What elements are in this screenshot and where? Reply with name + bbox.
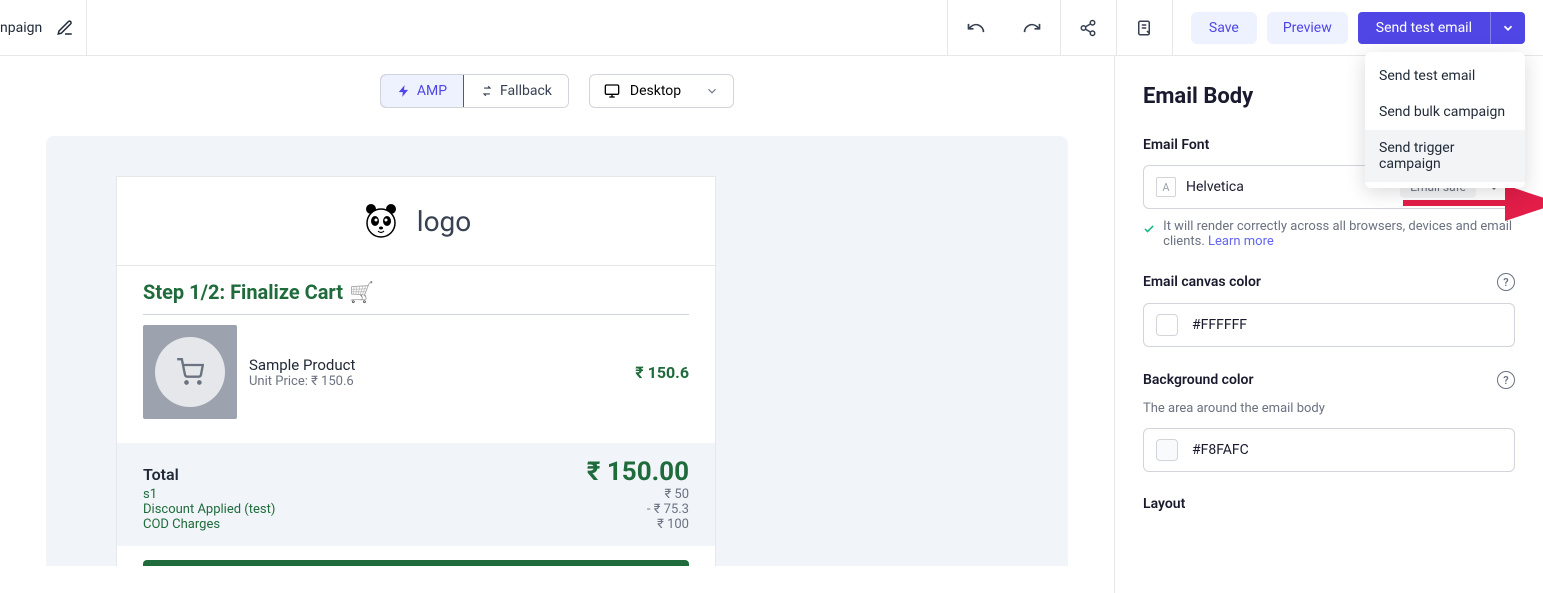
cart-icon — [176, 358, 204, 386]
chevron-down-icon — [705, 84, 719, 98]
discount-label: Discount Applied (test) — [143, 502, 275, 517]
lightning-icon — [397, 84, 411, 98]
font-icon: A — [1156, 177, 1176, 197]
redo-button[interactable] — [1004, 0, 1060, 55]
subtotal-label: s1 — [143, 487, 157, 502]
product-name: Sample Product — [249, 356, 623, 374]
font-name: Helvetica — [1186, 179, 1390, 195]
device-label: Desktop — [630, 83, 681, 99]
bg-color-label: Background color ? — [1143, 371, 1515, 389]
dropdown-send-trigger[interactable]: Send trigger campaign — [1365, 130, 1525, 182]
save-button[interactable]: Save — [1191, 12, 1257, 44]
cod-label: COD Charges — [143, 517, 220, 532]
product-row: Sample Product Unit Price: ₹ 150.6 ₹ 150… — [143, 325, 689, 429]
send-dropdown-menu: Send test email Send bulk campaign Send … — [1365, 52, 1525, 188]
logo-text: logo — [417, 205, 471, 238]
chevron-down-icon — [1501, 21, 1515, 35]
undo-button[interactable] — [948, 0, 1004, 55]
canvas-color-input[interactable]: #FFFFFF — [1143, 303, 1515, 347]
dropdown-send-test[interactable]: Send test email — [1365, 58, 1525, 94]
content-type-segment: AMP Fallback — [380, 74, 569, 108]
device-select[interactable]: Desktop — [589, 74, 734, 108]
desktop-icon — [604, 83, 620, 99]
font-helper: It will render correctly across all brow… — [1143, 219, 1515, 249]
swap-icon — [480, 84, 494, 98]
help-icon[interactable]: ? — [1497, 371, 1515, 389]
product-image — [143, 325, 237, 419]
panda-icon — [361, 201, 401, 241]
send-dropdown-toggle[interactable] — [1490, 12, 1525, 44]
share-button[interactable] — [1060, 0, 1116, 55]
cod-value: ₹ 100 — [657, 517, 689, 532]
product-line-price: ₹ 150.6 — [635, 363, 689, 382]
proceed-button[interactable] — [143, 560, 689, 566]
step-title: Step 1/2: Finalize Cart 🛒 — [143, 280, 689, 314]
color-swatch — [1156, 439, 1178, 461]
amp-label: AMP — [417, 83, 447, 99]
email-canvas[interactable]: logo Step 1/2: Finalize Cart 🛒 — [116, 176, 716, 566]
fallback-label: Fallback — [500, 83, 552, 99]
canvas-color-label: Email canvas color ? — [1143, 273, 1515, 291]
logo-row: logo — [117, 177, 715, 265]
total-value: ₹ 150.00 — [587, 457, 689, 487]
canvas-color-value: #FFFFFF — [1192, 317, 1247, 333]
campaign-title: npaign — [0, 20, 42, 36]
send-test-email-button[interactable]: Send test email — [1358, 12, 1490, 44]
check-icon — [1143, 221, 1155, 237]
edit-icon[interactable] — [56, 19, 74, 37]
bg-color-desc: The area around the email body — [1143, 401, 1515, 416]
product-unit-price: Unit Price: ₹ 150.6 — [249, 374, 623, 389]
subtotal-value: ₹ 50 — [664, 487, 689, 502]
bg-color-value: #F8FAFC — [1192, 442, 1249, 458]
bg-color-input[interactable]: #F8FAFC — [1143, 428, 1515, 472]
total-label: Total — [143, 465, 179, 484]
email-canvas-wrap: logo Step 1/2: Finalize Cart 🛒 — [46, 136, 1068, 566]
preview-button[interactable]: Preview — [1267, 12, 1348, 44]
fallback-tab[interactable]: Fallback — [463, 75, 568, 107]
dropdown-send-bulk[interactable]: Send bulk campaign — [1365, 94, 1525, 130]
totals-section: Total ₹ 150.00 s1 ₹ 50 Discount Applied (… — [117, 443, 715, 546]
layout-label: Layout — [1143, 496, 1515, 512]
color-swatch — [1156, 314, 1178, 336]
amp-tab[interactable]: AMP — [380, 74, 464, 108]
discount-value: - ₹ 75.3 — [647, 502, 689, 517]
learn-more-link[interactable]: Learn more — [1208, 234, 1274, 249]
help-icon[interactable]: ? — [1497, 273, 1515, 291]
notes-button[interactable] — [1116, 0, 1172, 55]
